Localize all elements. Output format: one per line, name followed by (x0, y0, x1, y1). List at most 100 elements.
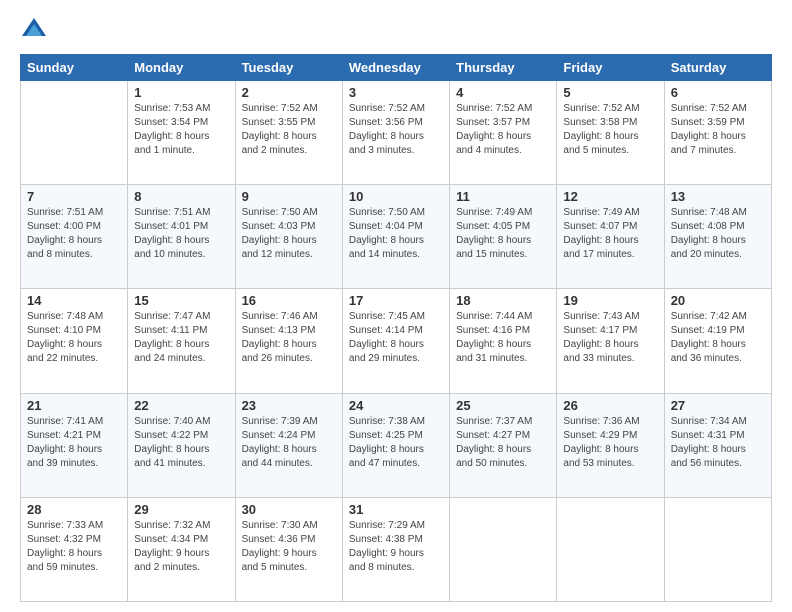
calendar-cell: 5 Sunrise: 7:52 AM Sunset: 3:58 PM Daylig… (557, 81, 664, 185)
day-info: Sunrise: 7:33 AM Sunset: 4:32 PM Dayligh… (27, 519, 121, 575)
calendar-cell: 9 Sunrise: 7:50 AM Sunset: 4:03 PM Daylig… (235, 185, 342, 289)
calendar-cell (450, 497, 557, 601)
day-number: 26 (563, 398, 657, 413)
day-info: Sunrise: 7:48 AM Sunset: 4:08 PM Dayligh… (671, 206, 765, 262)
day-info: Sunrise: 7:52 AM Sunset: 3:59 PM Dayligh… (671, 102, 765, 158)
weekday-thursday: Thursday (450, 55, 557, 81)
calendar-cell: 19 Sunrise: 7:43 AM Sunset: 4:17 PM Dayli… (557, 289, 664, 393)
day-number: 4 (456, 85, 550, 100)
calendar-cell: 8 Sunrise: 7:51 AM Sunset: 4:01 PM Daylig… (128, 185, 235, 289)
day-number: 6 (671, 85, 765, 100)
calendar-cell: 23Sunrise: 7:39 AM Sunset: 4:24 PM Dayli… (235, 393, 342, 497)
day-number: 8 (134, 189, 228, 204)
day-info: Sunrise: 7:50 AM Sunset: 4:03 PM Dayligh… (242, 206, 336, 262)
day-info: Sunrise: 7:43 AM Sunset: 4:17 PM Dayligh… (563, 310, 657, 366)
day-info: Sunrise: 7:51 AM Sunset: 4:01 PM Dayligh… (134, 206, 228, 262)
day-number: 2 (242, 85, 336, 100)
day-info: Sunrise: 7:53 AM Sunset: 3:54 PM Dayligh… (134, 102, 228, 158)
calendar-cell: 27 Sunrise: 7:34 AM Sunset: 4:31 PM Dayli… (664, 393, 771, 497)
week-row-3: 14Sunrise: 7:48 AM Sunset: 4:10 PM Dayli… (21, 289, 772, 393)
calendar-cell: 25Sunrise: 7:37 AM Sunset: 4:27 PM Dayli… (450, 393, 557, 497)
day-number: 22 (134, 398, 228, 413)
day-number: 9 (242, 189, 336, 204)
day-info: Sunrise: 7:41 AM Sunset: 4:21 PM Dayligh… (27, 415, 121, 471)
weekday-wednesday: Wednesday (342, 55, 449, 81)
week-row-1: 1 Sunrise: 7:53 AM Sunset: 3:54 PM Daylig… (21, 81, 772, 185)
calendar-cell: 20 Sunrise: 7:42 AM Sunset: 4:19 PM Dayli… (664, 289, 771, 393)
day-info: Sunrise: 7:42 AM Sunset: 4:19 PM Dayligh… (671, 310, 765, 366)
day-info: Sunrise: 7:52 AM Sunset: 3:55 PM Dayligh… (242, 102, 336, 158)
calendar-cell: 11Sunrise: 7:49 AM Sunset: 4:05 PM Dayli… (450, 185, 557, 289)
day-info: Sunrise: 7:51 AM Sunset: 4:00 PM Dayligh… (27, 206, 121, 262)
calendar-cell (21, 81, 128, 185)
weekday-tuesday: Tuesday (235, 55, 342, 81)
day-number: 21 (27, 398, 121, 413)
day-info: Sunrise: 7:38 AM Sunset: 4:25 PM Dayligh… (349, 415, 443, 471)
week-row-4: 21 Sunrise: 7:41 AM Sunset: 4:21 PM Dayli… (21, 393, 772, 497)
day-number: 27 (671, 398, 765, 413)
logo (20, 16, 52, 44)
weekday-saturday: Saturday (664, 55, 771, 81)
day-number: 18 (456, 293, 550, 308)
weekday-header-row: SundayMondayTuesdayWednesdayThursdayFrid… (21, 55, 772, 81)
calendar-cell: 17 Sunrise: 7:45 AM Sunset: 4:14 PM Dayli… (342, 289, 449, 393)
calendar-cell: 2 Sunrise: 7:52 AM Sunset: 3:55 PM Daylig… (235, 81, 342, 185)
day-number: 25 (456, 398, 550, 413)
day-number: 28 (27, 502, 121, 517)
day-info: Sunrise: 7:49 AM Sunset: 4:07 PM Dayligh… (563, 206, 657, 262)
weekday-sunday: Sunday (21, 55, 128, 81)
day-info: Sunrise: 7:46 AM Sunset: 4:13 PM Dayligh… (242, 310, 336, 366)
day-number: 17 (349, 293, 443, 308)
day-info: Sunrise: 7:34 AM Sunset: 4:31 PM Dayligh… (671, 415, 765, 471)
day-number: 31 (349, 502, 443, 517)
calendar-cell: 10 Sunrise: 7:50 AM Sunset: 4:04 PM Dayli… (342, 185, 449, 289)
calendar-cell: 15 Sunrise: 7:47 AM Sunset: 4:11 PM Dayli… (128, 289, 235, 393)
day-info: Sunrise: 7:48 AM Sunset: 4:10 PM Dayligh… (27, 310, 121, 366)
day-info: Sunrise: 7:45 AM Sunset: 4:14 PM Dayligh… (349, 310, 443, 366)
day-info: Sunrise: 7:39 AM Sunset: 4:24 PM Dayligh… (242, 415, 336, 471)
calendar-cell: 30Sunrise: 7:30 AM Sunset: 4:36 PM Dayli… (235, 497, 342, 601)
day-info: Sunrise: 7:52 AM Sunset: 3:58 PM Dayligh… (563, 102, 657, 158)
day-number: 24 (349, 398, 443, 413)
day-number: 19 (563, 293, 657, 308)
logo-icon (20, 16, 48, 44)
day-number: 10 (349, 189, 443, 204)
calendar-cell: 16Sunrise: 7:46 AM Sunset: 4:13 PM Dayli… (235, 289, 342, 393)
calendar-cell: 6 Sunrise: 7:52 AM Sunset: 3:59 PM Daylig… (664, 81, 771, 185)
calendar-cell (664, 497, 771, 601)
calendar-cell: 21 Sunrise: 7:41 AM Sunset: 4:21 PM Dayli… (21, 393, 128, 497)
calendar-cell: 22Sunrise: 7:40 AM Sunset: 4:22 PM Dayli… (128, 393, 235, 497)
calendar-cell: 13Sunrise: 7:48 AM Sunset: 4:08 PM Dayli… (664, 185, 771, 289)
calendar-cell: 31 Sunrise: 7:29 AM Sunset: 4:38 PM Dayli… (342, 497, 449, 601)
day-info: Sunrise: 7:32 AM Sunset: 4:34 PM Dayligh… (134, 519, 228, 575)
day-number: 15 (134, 293, 228, 308)
page: SundayMondayTuesdayWednesdayThursdayFrid… (0, 0, 792, 612)
day-info: Sunrise: 7:30 AM Sunset: 4:36 PM Dayligh… (242, 519, 336, 575)
day-number: 29 (134, 502, 228, 517)
day-info: Sunrise: 7:29 AM Sunset: 4:38 PM Dayligh… (349, 519, 443, 575)
day-number: 1 (134, 85, 228, 100)
day-number: 11 (456, 189, 550, 204)
day-number: 3 (349, 85, 443, 100)
day-info: Sunrise: 7:47 AM Sunset: 4:11 PM Dayligh… (134, 310, 228, 366)
calendar-cell: 24 Sunrise: 7:38 AM Sunset: 4:25 PM Dayli… (342, 393, 449, 497)
week-row-5: 28 Sunrise: 7:33 AM Sunset: 4:32 PM Dayli… (21, 497, 772, 601)
calendar-cell: 26Sunrise: 7:36 AM Sunset: 4:29 PM Dayli… (557, 393, 664, 497)
calendar-cell: 3 Sunrise: 7:52 AM Sunset: 3:56 PM Daylig… (342, 81, 449, 185)
day-number: 20 (671, 293, 765, 308)
day-info: Sunrise: 7:50 AM Sunset: 4:04 PM Dayligh… (349, 206, 443, 262)
day-info: Sunrise: 7:52 AM Sunset: 3:56 PM Dayligh… (349, 102, 443, 158)
calendar-cell: 29 Sunrise: 7:32 AM Sunset: 4:34 PM Dayli… (128, 497, 235, 601)
calendar-cell (557, 497, 664, 601)
header (20, 16, 772, 44)
day-number: 5 (563, 85, 657, 100)
calendar-cell: 18 Sunrise: 7:44 AM Sunset: 4:16 PM Dayli… (450, 289, 557, 393)
calendar-table: SundayMondayTuesdayWednesdayThursdayFrid… (20, 54, 772, 602)
day-info: Sunrise: 7:44 AM Sunset: 4:16 PM Dayligh… (456, 310, 550, 366)
calendar-cell: 1 Sunrise: 7:53 AM Sunset: 3:54 PM Daylig… (128, 81, 235, 185)
calendar-cell: 4 Sunrise: 7:52 AM Sunset: 3:57 PM Daylig… (450, 81, 557, 185)
weekday-monday: Monday (128, 55, 235, 81)
weekday-friday: Friday (557, 55, 664, 81)
day-info: Sunrise: 7:52 AM Sunset: 3:57 PM Dayligh… (456, 102, 550, 158)
calendar-cell: 28 Sunrise: 7:33 AM Sunset: 4:32 PM Dayli… (21, 497, 128, 601)
